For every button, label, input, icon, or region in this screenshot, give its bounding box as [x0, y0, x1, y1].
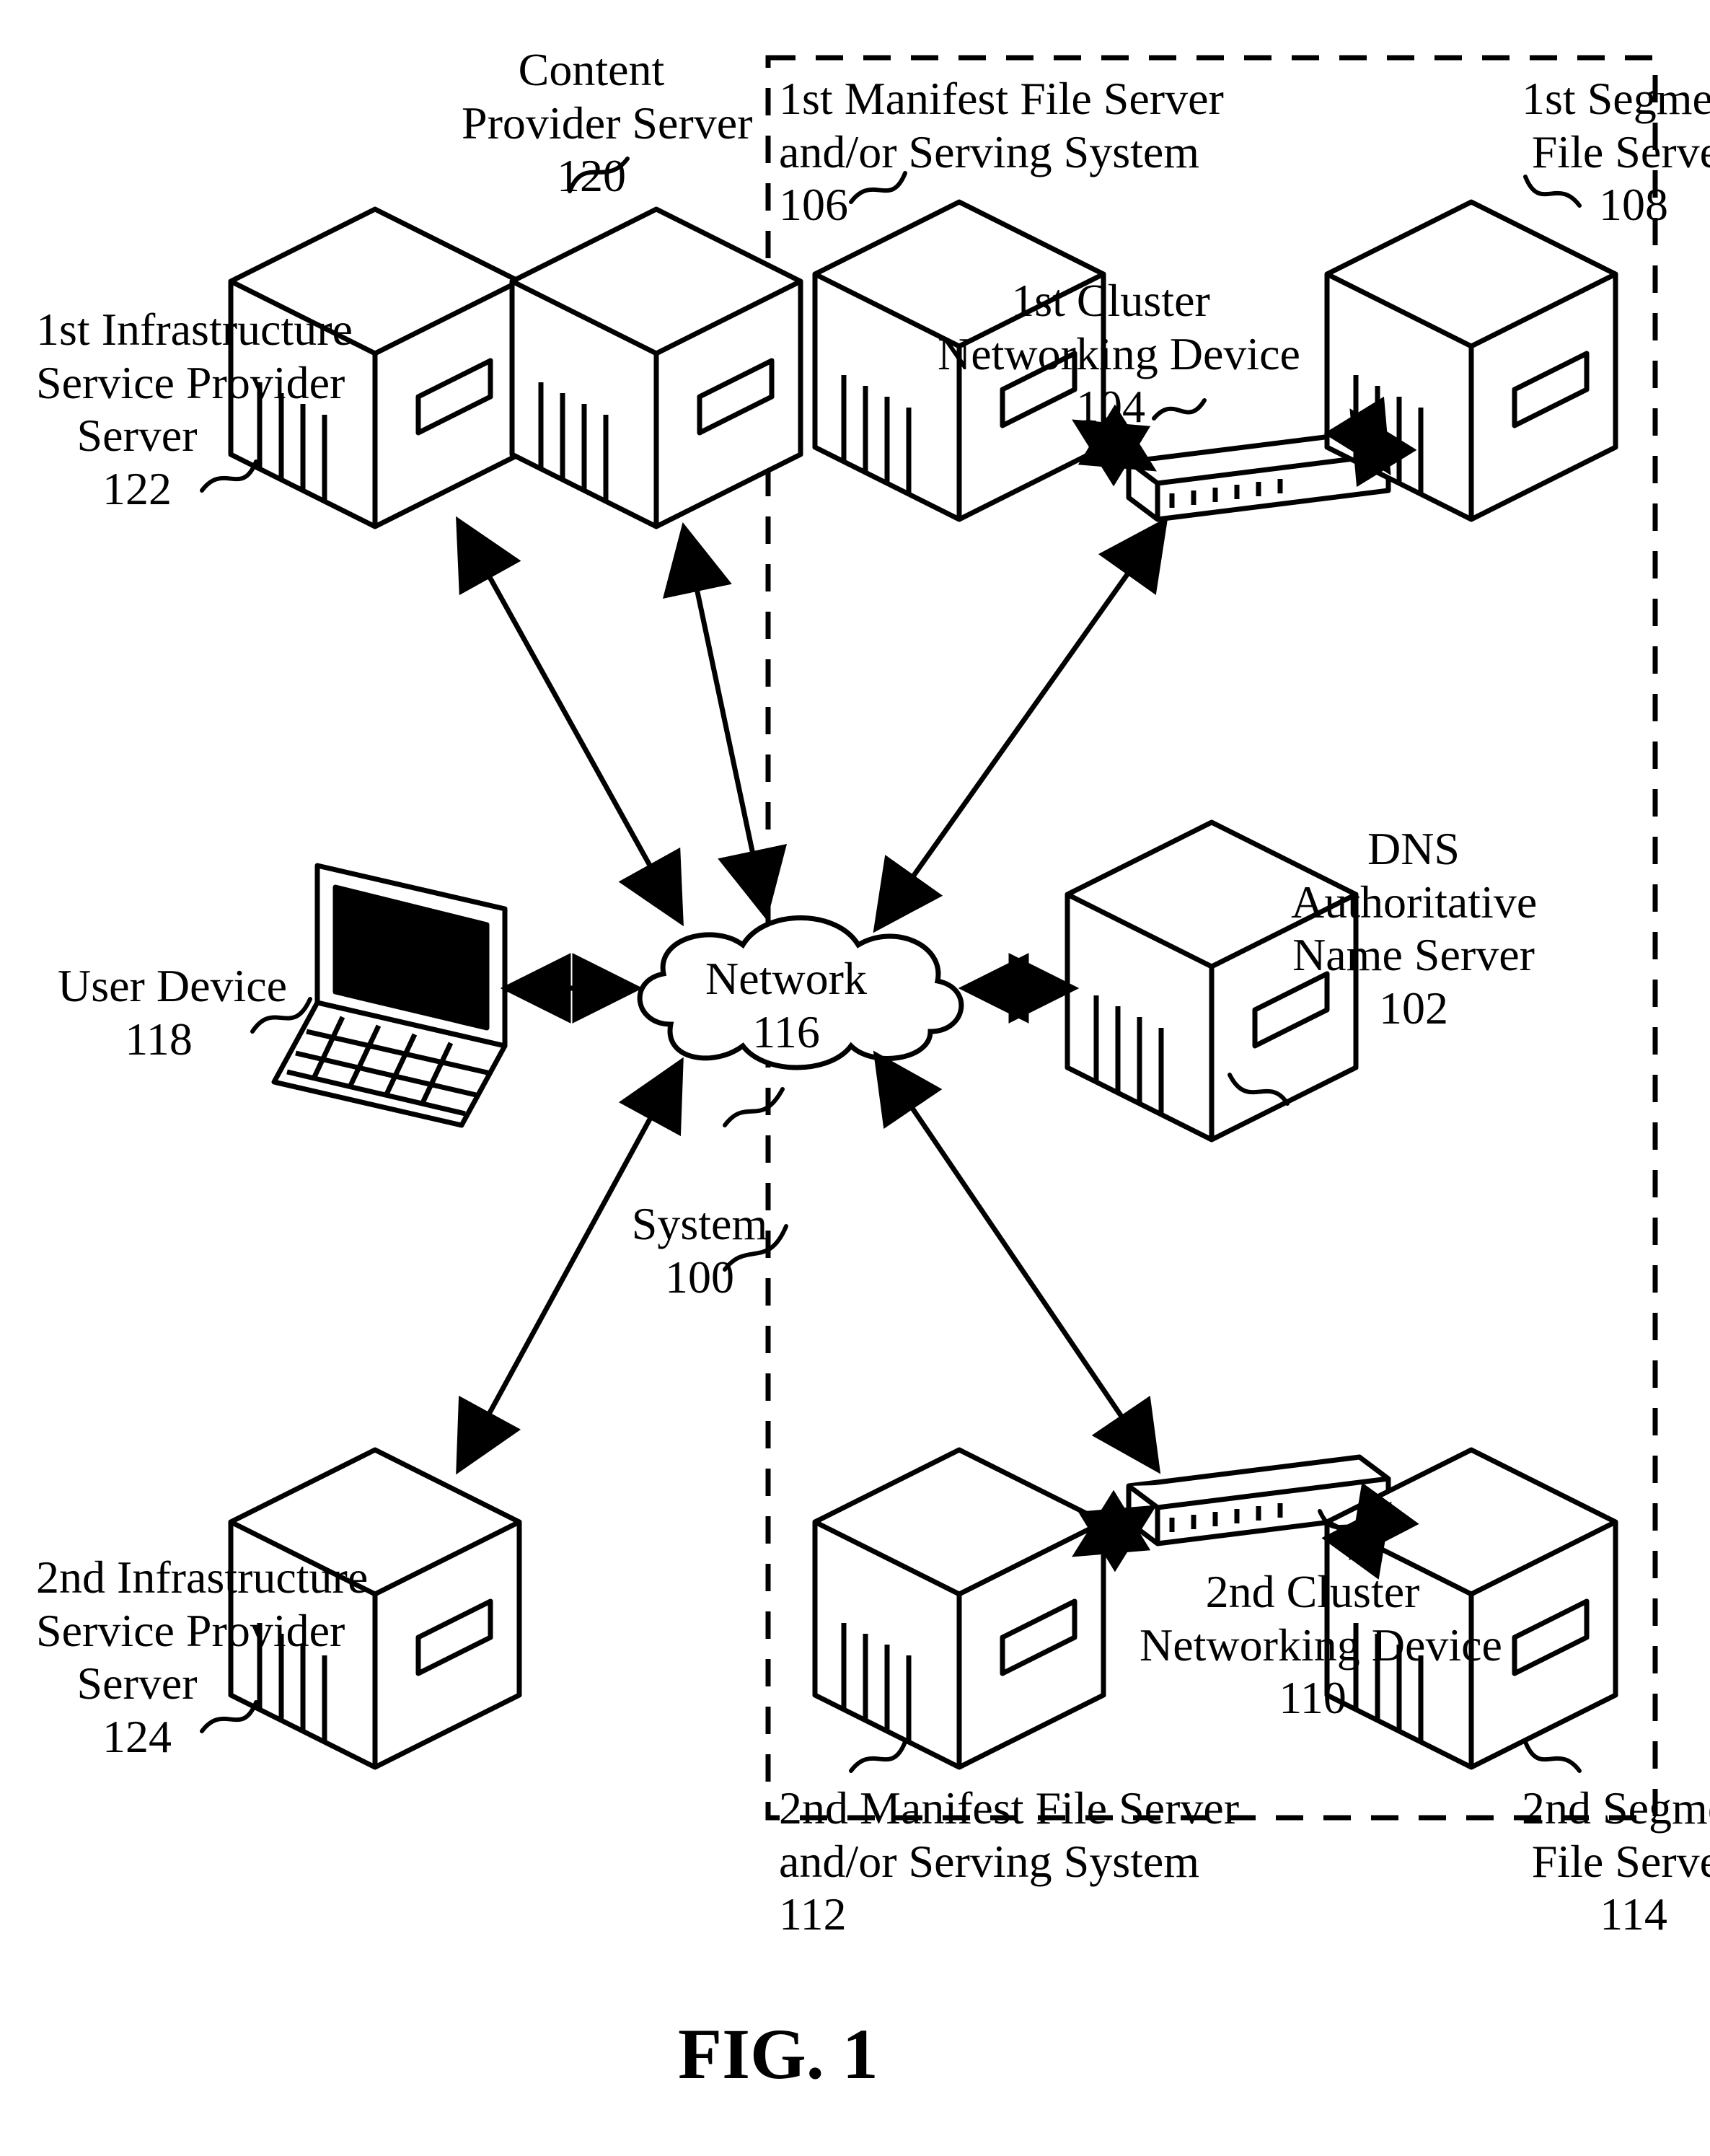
network-label: Network 116: [692, 952, 880, 1058]
cluster2-label: 2nd Cluster Networking Device 110: [1140, 1565, 1486, 1725]
manifest2-server-icon: [815, 1450, 1103, 1767]
dns-label: DNS Authoritative Name Server 102: [1291, 822, 1536, 1034]
user-label: User Device 118: [58, 959, 260, 1065]
manifest2-label: 2nd Manifest File Server and/or Serving …: [779, 1782, 1183, 1941]
diagram-page: 1st Infrastructure Service Provider Serv…: [0, 0, 1710, 2156]
user-device-icon: [274, 866, 505, 1125]
content-server-icon: [512, 209, 801, 527]
infra2-label: 2nd Infrastructure Service Provider Serv…: [36, 1551, 238, 1763]
figure-caption: FIG. 1: [678, 2012, 878, 2095]
content-label: Content Provider Server 120: [462, 43, 721, 203]
segment1-label: 1st Segment File Server 108: [1522, 72, 1710, 232]
cluster1-label: 1st Cluster Networking Device 104: [938, 274, 1284, 434]
segment2-label: 2nd Segment File Server 114: [1522, 1782, 1710, 1941]
system-label: System 100: [613, 1197, 786, 1303]
infra1-label: 1st Infrastructure Service Provider Serv…: [36, 303, 238, 515]
manifest1-label: 1st Manifest File Server and/or Serving …: [779, 72, 1183, 232]
